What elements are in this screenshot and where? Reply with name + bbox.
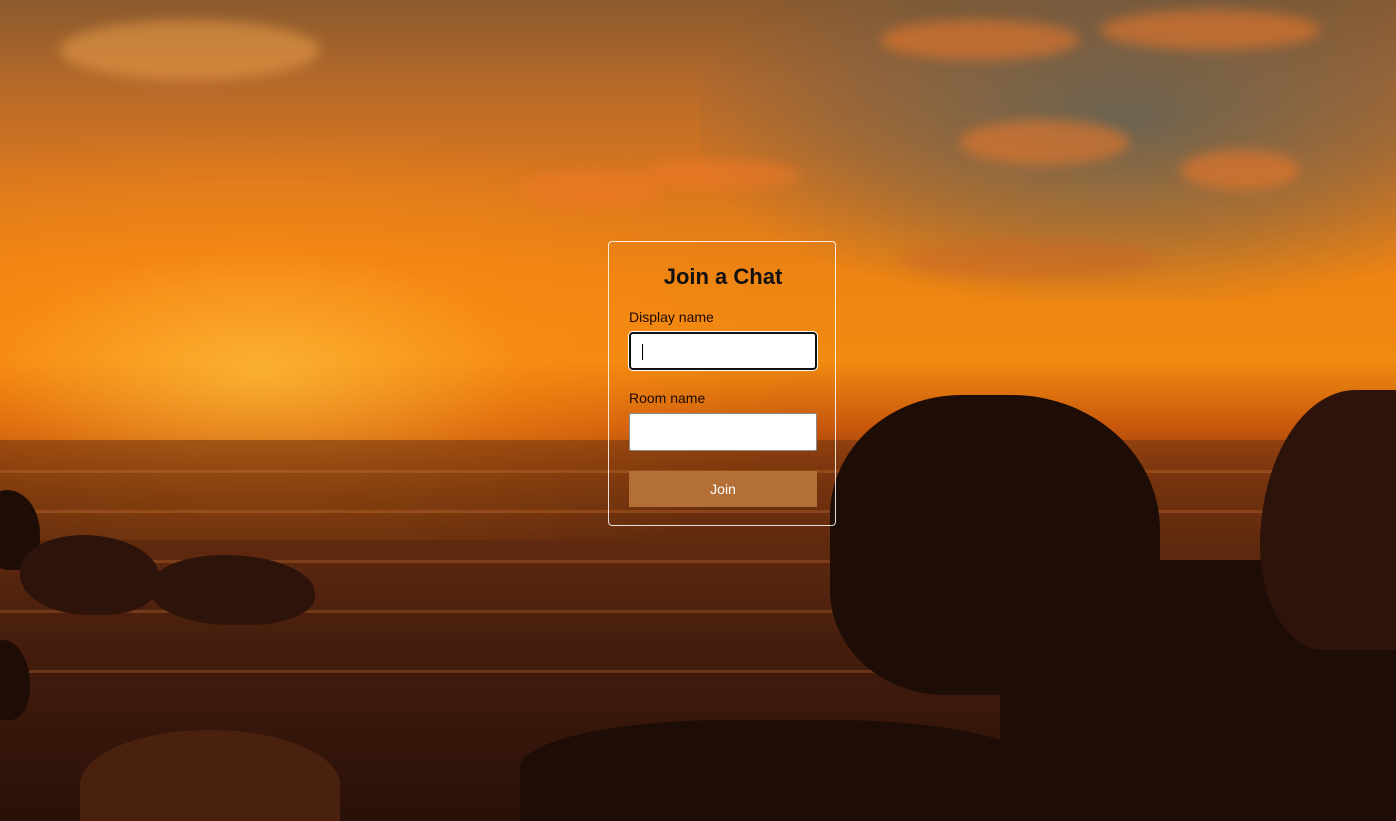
rock xyxy=(1260,390,1396,650)
cloud xyxy=(880,20,1080,60)
cloud xyxy=(960,120,1130,165)
cloud xyxy=(640,160,800,190)
text-caret xyxy=(642,344,643,360)
display-name-input[interactable] xyxy=(629,332,817,370)
cloud xyxy=(520,170,660,210)
join-button[interactable]: Join xyxy=(629,471,817,507)
display-name-label: Display name xyxy=(629,309,714,325)
cloud xyxy=(60,20,320,80)
room-name-label: Room name xyxy=(629,390,706,406)
cloud xyxy=(1180,150,1300,190)
join-chat-form: Join a Chat Display name Room name Join xyxy=(608,241,836,526)
room-name-input[interactable] xyxy=(629,413,817,451)
rock xyxy=(520,720,1040,821)
cloud xyxy=(900,240,1160,280)
form-title: Join a Chat xyxy=(663,264,783,289)
cloud xyxy=(1100,10,1320,50)
